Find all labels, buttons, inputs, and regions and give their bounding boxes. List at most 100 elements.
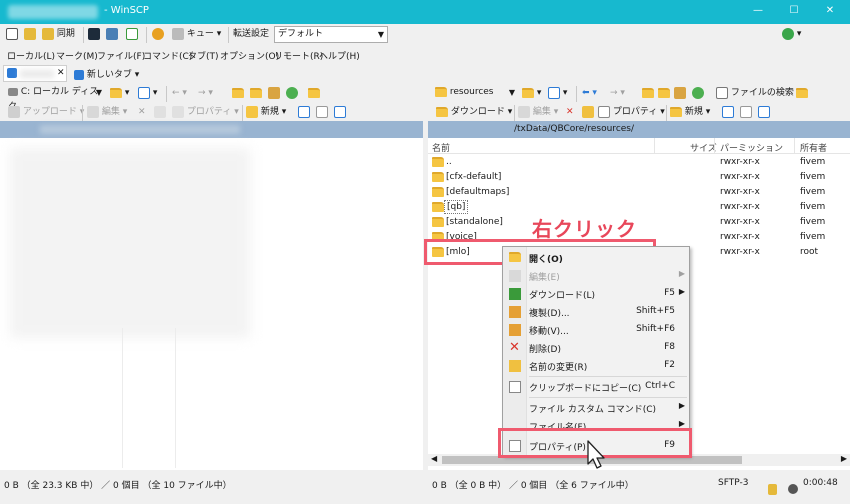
- tree-icon[interactable]: [796, 84, 808, 102]
- file-perm: rwxr-xr-x: [720, 187, 760, 197]
- menu-item-edit[interactable]: 編集(E) ▶: [503, 267, 689, 285]
- back-icon[interactable]: ⬅ ▾: [582, 84, 597, 102]
- menu-separator: [529, 376, 687, 377]
- column-name[interactable]: 名前: [432, 141, 450, 154]
- window-title: - WinSCP: [104, 5, 149, 16]
- local-rename-icon[interactable]: [154, 103, 166, 121]
- menu-file[interactable]: ファイル(F): [97, 49, 145, 62]
- toolbar-separator: [514, 105, 515, 121]
- plus-icon[interactable]: [298, 103, 310, 121]
- compare-icon[interactable]: [6, 25, 18, 43]
- transfer-setting-select[interactable]: デフォルト ▼: [274, 26, 388, 43]
- filter-select-icon[interactable]: [334, 103, 346, 121]
- plus-icon[interactable]: [722, 103, 734, 121]
- column-size[interactable]: サイズ: [690, 141, 717, 154]
- menu-item-delete[interactable]: ✕ 削除(D) F8: [503, 339, 689, 357]
- file-row[interactable]: [defaultmaps] rwxr-xr-x fivem: [428, 185, 850, 200]
- reconnect-icon[interactable]: [126, 25, 138, 43]
- root-folder-icon[interactable]: [250, 84, 262, 102]
- terminal-icon[interactable]: [88, 25, 100, 43]
- forward-icon[interactable]: → ▾: [198, 84, 213, 102]
- file-row[interactable]: [cfx-default] rwxr-xr-x fivem: [428, 170, 850, 185]
- open-folder-icon[interactable]: ▾: [110, 84, 129, 102]
- download-button[interactable]: ダウンロード ▾: [436, 103, 512, 121]
- remote-edit-label: 編集: [532, 107, 551, 117]
- column-owner[interactable]: 所有者: [800, 141, 827, 154]
- gear-icon[interactable]: [152, 25, 164, 43]
- menu-item-open[interactable]: 開く(O): [503, 249, 689, 267]
- menu-item-custom-commands[interactable]: ファイル カスタム コマンド(C) ▶: [503, 399, 689, 417]
- tab-new[interactable]: 新しいタブ ▾: [70, 65, 143, 82]
- open-folder-icon[interactable]: ▾: [522, 84, 541, 102]
- local-delete-icon[interactable]: ✕: [138, 103, 146, 121]
- forward-icon[interactable]: → ▾: [610, 84, 625, 102]
- annotation-right-click-label: 右クリック: [532, 217, 637, 241]
- transfer-setting-label: 転送設定: [233, 29, 270, 39]
- tab-session[interactable]: ✕: [3, 65, 67, 82]
- toolbar-separator: [576, 86, 577, 102]
- local-properties-button[interactable]: プロパティ ▾: [172, 103, 239, 121]
- delete-icon[interactable]: ✕: [566, 103, 574, 121]
- menu-item-shortcut: Shift+F5: [636, 306, 675, 316]
- minus-icon[interactable]: [316, 103, 328, 121]
- find-files-button[interactable]: ファイルの検索: [716, 84, 794, 102]
- maximize-button[interactable]: ☐: [786, 4, 802, 18]
- download-icon: [509, 288, 521, 300]
- refresh-icon[interactable]: [692, 84, 704, 102]
- putty-icon[interactable]: [106, 25, 118, 43]
- column-permissions[interactable]: パーミッション: [720, 141, 783, 154]
- refresh-icon[interactable]: [286, 84, 298, 102]
- menu-local[interactable]: ローカル(L): [7, 49, 55, 62]
- home-icon[interactable]: [268, 84, 280, 102]
- menu-item-copy-clipboard[interactable]: クリップボードにコピー(C) Ctrl+C: [503, 378, 689, 396]
- menu-item-label: 編集(E): [529, 273, 560, 283]
- file-name: ..: [446, 157, 452, 167]
- filter-icon[interactable]: ▾: [548, 84, 567, 102]
- local-drive-select[interactable]: C: ローカル ディスク▼: [5, 85, 105, 112]
- remote-new-label: 新規: [684, 107, 703, 117]
- remote-properties-button[interactable]: プロパティ ▾: [598, 103, 665, 121]
- root-folder-icon[interactable]: [658, 84, 670, 102]
- remote-folder-select[interactable]: resources ▼: [432, 85, 518, 102]
- minus-icon[interactable]: [740, 103, 752, 121]
- home-icon[interactable]: [674, 84, 686, 102]
- scroll-left-icon[interactable]: ◀: [431, 454, 437, 463]
- menu-help[interactable]: ヘルプ(H): [319, 49, 360, 62]
- sync-button[interactable]: 同期: [42, 25, 75, 43]
- synchronize-icon[interactable]: [24, 25, 36, 43]
- back-icon[interactable]: ← ▾: [172, 84, 187, 102]
- local-new-button[interactable]: 新規 ▾: [246, 103, 286, 121]
- submenu-arrow-icon: ▶: [678, 419, 685, 428]
- menu-options[interactable]: オプション(O): [220, 49, 279, 62]
- file-row[interactable]: [standalone] rwxr-xr-x fivem: [428, 215, 850, 230]
- parent-folder-icon[interactable]: [642, 84, 654, 102]
- update-icon[interactable]: ▾: [782, 25, 801, 43]
- close-button[interactable]: ✕: [822, 4, 838, 18]
- toolbar-separator: [228, 27, 229, 43]
- parent-folder-icon[interactable]: [232, 84, 244, 102]
- remote-new-button[interactable]: 新規 ▾: [670, 103, 710, 121]
- rename-icon[interactable]: [582, 103, 594, 121]
- menu-item-rename[interactable]: 名前の変更(R) F2: [503, 357, 689, 375]
- scroll-right-icon[interactable]: ▶: [841, 454, 847, 463]
- menu-item-move[interactable]: 移動(V)... Shift+F6: [503, 321, 689, 339]
- menu-item-label: 開く(O): [529, 255, 563, 265]
- menu-remote[interactable]: リモート(R): [274, 49, 323, 62]
- minimize-button[interactable]: —: [750, 4, 766, 18]
- menu-item-duplicate[interactable]: 複製(D)... Shift+F5: [503, 303, 689, 321]
- menu-item-download[interactable]: ダウンロード(L) F5 ▶: [503, 285, 689, 303]
- filter-icon[interactable]: ▾: [138, 84, 157, 102]
- local-file-panel[interactable]: [0, 138, 423, 470]
- menu-item-label: 名前の変更(R): [529, 363, 588, 373]
- menu-mark[interactable]: マーク(M): [56, 49, 98, 62]
- menu-tab[interactable]: タブ(T): [188, 49, 219, 62]
- upload-button[interactable]: アップロード ▾: [8, 103, 84, 121]
- file-row[interactable]: [qb] rwxr-xr-x fivem: [428, 200, 850, 215]
- filter-select-icon[interactable]: [758, 103, 770, 121]
- file-row-parent[interactable]: .. rwxr-xr-x fivem: [428, 155, 850, 170]
- close-tab-icon[interactable]: ✕: [57, 68, 65, 78]
- tree-icon[interactable]: [308, 84, 320, 102]
- queue-button[interactable]: キュー ▾: [172, 25, 221, 43]
- menu-command[interactable]: コマンド(C): [143, 49, 192, 62]
- local-edit-button[interactable]: 編集 ▾: [87, 103, 127, 121]
